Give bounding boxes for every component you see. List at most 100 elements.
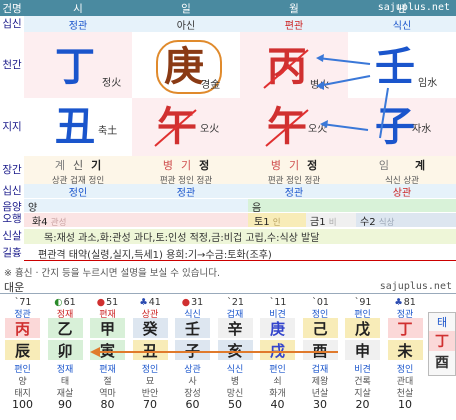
- site-logo-2: sajuplus.net: [379, 281, 452, 292]
- yang-bar[interactable]: 양: [24, 199, 248, 214]
- row-label-sinsal: 신살: [2, 229, 22, 242]
- arrowhead-2: [316, 81, 324, 90]
- janggan-year-1: 임: [378, 159, 389, 172]
- daeun-sub1: 편인: [269, 364, 286, 375]
- arrow-year-to-month-branch: [321, 123, 369, 131]
- arrow-branch-to-stem: [379, 87, 389, 139]
- janggan-month-1: 병: [270, 159, 281, 172]
- daeun-sub2: 절: [103, 376, 112, 387]
- daeun-sipsin: 편재: [99, 309, 116, 320]
- daeun-sub1: 겁재: [311, 364, 329, 375]
- daeun-age: 20: [355, 397, 370, 411]
- sipsin2-hour[interactable]: 정인: [24, 184, 132, 199]
- clash-overlay: [154, 49, 389, 147]
- row-label-sipsin2: 십신: [2, 184, 22, 197]
- daeun-sub3: 년살: [311, 388, 329, 399]
- daeun-sub2: 양: [18, 376, 27, 387]
- ohang-metal-sub: 비: [328, 218, 337, 228]
- arrow-year-to-month-stem: [317, 57, 371, 65]
- janggan-hour[interactable]: 계 신 기 상관 겁재 정인: [24, 157, 132, 186]
- daeun-age: 50: [228, 397, 242, 411]
- row-label-janggan: 장간: [2, 163, 22, 176]
- daeun-sub1: 식신: [226, 364, 244, 375]
- sinsal-text[interactable]: 목:재성 과소,화:관성 과다,토:인성 적정,금:비겁 고립,수:식상 발달: [24, 229, 456, 244]
- daeun-stem: 乙: [47, 318, 83, 338]
- janggan-month-2: 기: [288, 159, 300, 172]
- arrow-year-to-month-stem-2: [317, 75, 371, 87]
- daeun-sub3: 천살: [396, 388, 414, 399]
- daeun-age: 70: [143, 397, 157, 411]
- daeun-stem: 己: [302, 318, 338, 338]
- daeun-sub1: 비견: [354, 364, 371, 375]
- daeun-divider: [0, 293, 456, 294]
- daeun-sub1: 정인: [396, 364, 414, 375]
- ohang-fire[interactable]: 화4 관성: [24, 213, 248, 228]
- daeun-age: 30: [313, 397, 327, 411]
- janggan-day-3: 정: [199, 159, 210, 172]
- daeun-sub1: 편재: [99, 364, 116, 375]
- daeun-sub3: 장성: [184, 388, 201, 399]
- daeun-sub2: 묘: [145, 376, 155, 387]
- ohang-water-label: 수2: [360, 217, 376, 228]
- janggan-month[interactable]: 병 기 정 편관 정인 정관: [240, 157, 348, 186]
- daeun-stem: 癸: [132, 318, 168, 338]
- daeun-age: 90: [58, 397, 72, 411]
- row-label-eumyang: 음양 오행: [2, 200, 22, 225]
- ohang-water[interactable]: 수2 식상: [356, 213, 456, 228]
- ohang-water-sub: 식상: [378, 218, 395, 228]
- daeun-sub2: 병: [230, 376, 240, 387]
- tae-label: 태: [436, 316, 448, 329]
- daeun-sub3: 재살: [56, 388, 74, 399]
- janggan-day[interactable]: 병 기 정 편관 정인 정관: [132, 157, 240, 186]
- daeun-stem: 壬: [175, 318, 210, 338]
- sipsin2-year[interactable]: 상관: [348, 184, 456, 199]
- daeun-sipsin: 편인: [354, 309, 371, 320]
- daeun-sub2: 사: [188, 376, 197, 387]
- daeun-sub2: 관대: [396, 376, 414, 387]
- janggan-month-3: 정: [307, 159, 318, 172]
- ohang-earth[interactable]: 토1 인: [248, 213, 306, 228]
- janggan-hour-3: 기: [91, 159, 102, 172]
- janggan-day-2: 기: [180, 159, 192, 172]
- daeun-sub3: 화개: [269, 388, 286, 399]
- daeun-sub3: 망신: [226, 388, 244, 399]
- daeun-sipsin: 정재: [56, 309, 74, 320]
- daeun-arrowhead: [90, 347, 100, 357]
- daeun-age: 10: [398, 397, 412, 411]
- daeun-sub2: 태: [60, 376, 70, 387]
- daeun-sub2: 쇠: [273, 376, 282, 387]
- daeun-sipsin: 비견: [269, 309, 286, 320]
- janggan-year[interactable]: 임 계 식신 상관: [348, 157, 456, 186]
- sipsin2-day[interactable]: 정관: [132, 184, 240, 199]
- daeun-sub1: 정재: [56, 364, 74, 375]
- ohang-metal-label: 금1: [310, 217, 326, 228]
- gilhyung-text[interactable]: 편관격 태약(실령,실지,득세1) 용희:기→수금:토화(조후): [24, 246, 456, 261]
- ohang-fire-label: 화4: [32, 217, 48, 228]
- daeun-stem: 丁: [387, 318, 423, 338]
- row-label-gilhyung: 길흉: [2, 246, 22, 259]
- janggan-hour-1: 계: [54, 159, 65, 172]
- ohang-earth-label: 토1: [254, 217, 270, 228]
- daeun-sub2: 건록: [354, 376, 371, 387]
- strike-stem-month: [263, 49, 309, 89]
- daeun-stem: 丙: [5, 318, 40, 338]
- daeun-stem: 庚: [260, 318, 295, 338]
- janggan-year-3: 계: [415, 159, 426, 172]
- sipsin2-month[interactable]: 정관: [240, 184, 348, 199]
- daeun-sub3: 역마: [99, 388, 116, 399]
- ohang-metal[interactable]: 금1 비: [306, 213, 356, 228]
- daeun-sipsin: 정관: [396, 309, 414, 320]
- daeun-sub1: 상관: [184, 364, 201, 375]
- daeun-stem: 甲: [90, 318, 125, 338]
- eum-bar[interactable]: 음: [248, 199, 456, 214]
- ohang-earth-sub: 인: [272, 218, 281, 228]
- arrowhead-3: [320, 120, 328, 128]
- notice-text: ※ 흉신 · 간지 등을 누르시면 설명을 보실 수 있습니다.: [4, 268, 220, 279]
- daeun-sub1: 편인: [14, 364, 31, 375]
- daeun-arrow: [90, 347, 338, 357]
- daeun-sub3: 지살: [354, 388, 371, 399]
- strike-branch-day: [154, 109, 197, 147]
- janggan-day-1: 병: [162, 159, 173, 172]
- strike-branch-month: [265, 109, 309, 147]
- daeun-age: 60: [185, 397, 200, 411]
